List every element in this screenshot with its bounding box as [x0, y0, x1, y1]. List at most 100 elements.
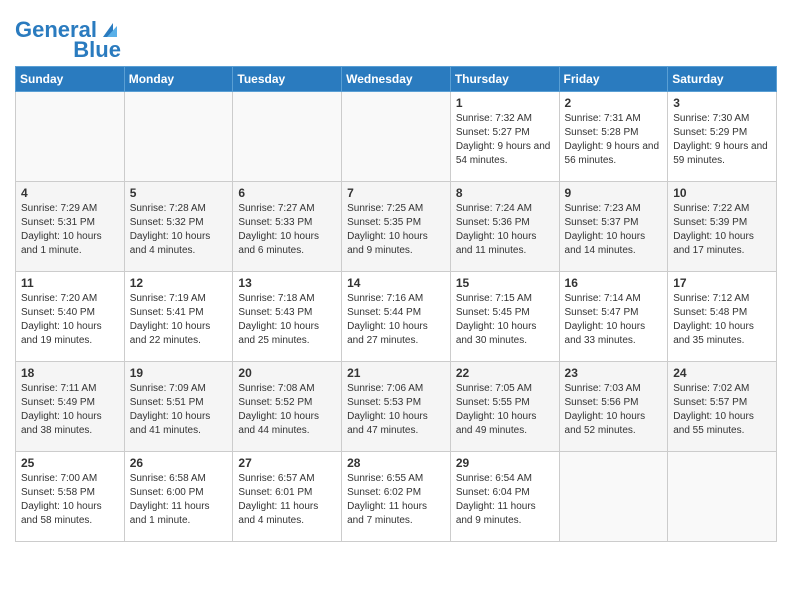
day-number: 14 [347, 276, 445, 290]
day-number: 15 [456, 276, 554, 290]
calendar-cell: 7 Sunrise: 7:25 AM Sunset: 5:35 PM Daylig… [342, 182, 451, 272]
calendar-header: SundayMondayTuesdayWednesdayThursdayFrid… [16, 67, 777, 92]
day-info: Sunrise: 7:00 AM Sunset: 5:58 PM Dayligh… [21, 472, 119, 528]
calendar-cell [342, 92, 451, 182]
day-number: 6 [238, 186, 336, 200]
day-number: 8 [456, 186, 554, 200]
day-number: 22 [456, 366, 554, 380]
day-number: 18 [21, 366, 119, 380]
day-info: Sunrise: 7:31 AM Sunset: 5:28 PM Dayligh… [565, 112, 663, 168]
calendar-cell: 4 Sunrise: 7:29 AM Sunset: 5:31 PM Daylig… [16, 182, 125, 272]
day-info: Sunrise: 7:03 AM Sunset: 5:56 PM Dayligh… [565, 382, 663, 438]
calendar-week-2: 4 Sunrise: 7:29 AM Sunset: 5:31 PM Daylig… [16, 182, 777, 272]
day-info: Sunrise: 6:54 AM Sunset: 6:04 PM Dayligh… [456, 472, 554, 528]
calendar-week-4: 18 Sunrise: 7:11 AM Sunset: 5:49 PM Dayli… [16, 362, 777, 452]
header-cell-saturday: Saturday [668, 67, 777, 92]
day-number: 11 [21, 276, 119, 290]
calendar-body: 1 Sunrise: 7:32 AM Sunset: 5:27 PM Daylig… [16, 92, 777, 542]
day-info: Sunrise: 7:08 AM Sunset: 5:52 PM Dayligh… [238, 382, 336, 438]
day-info: Sunrise: 6:57 AM Sunset: 6:01 PM Dayligh… [238, 472, 336, 528]
day-number: 9 [565, 186, 663, 200]
calendar-week-3: 11 Sunrise: 7:20 AM Sunset: 5:40 PM Dayli… [16, 272, 777, 362]
calendar-cell: 9Sunrise: 7:23 AM Sunset: 5:37 PM Daylig… [559, 182, 668, 272]
day-number: 19 [130, 366, 228, 380]
calendar-cell: 5 Sunrise: 7:28 AM Sunset: 5:32 PM Daylig… [124, 182, 233, 272]
day-info: Sunrise: 7:30 AM Sunset: 5:29 PM Dayligh… [673, 112, 771, 168]
calendar-cell: 8 Sunrise: 7:24 AM Sunset: 5:36 PM Daylig… [450, 182, 559, 272]
calendar-cell: 22 Sunrise: 7:05 AM Sunset: 5:55 PM Dayli… [450, 362, 559, 452]
day-info: Sunrise: 7:19 AM Sunset: 5:41 PM Dayligh… [130, 292, 228, 348]
calendar-cell: 13Sunrise: 7:18 AM Sunset: 5:43 PM Dayli… [233, 272, 342, 362]
calendar-cell: 20 Sunrise: 7:08 AM Sunset: 5:52 PM Dayli… [233, 362, 342, 452]
day-info: Sunrise: 7:06 AM Sunset: 5:53 PM Dayligh… [347, 382, 445, 438]
calendar-cell [668, 452, 777, 542]
day-info: Sunrise: 7:14 AM Sunset: 5:47 PM Dayligh… [565, 292, 663, 348]
day-number: 13 [238, 276, 336, 290]
day-info: Sunrise: 7:11 AM Sunset: 5:49 PM Dayligh… [21, 382, 119, 438]
calendar-cell: 3 Sunrise: 7:30 AM Sunset: 5:29 PM Daylig… [668, 92, 777, 182]
calendar-cell: 28 Sunrise: 6:55 AM Sunset: 6:02 PM Dayli… [342, 452, 451, 542]
day-number: 12 [130, 276, 228, 290]
day-number: 25 [21, 456, 119, 470]
header: General Blue [15, 10, 777, 62]
day-number: 17 [673, 276, 771, 290]
calendar-cell: 27 Sunrise: 6:57 AM Sunset: 6:01 PM Dayli… [233, 452, 342, 542]
calendar-cell: 1 Sunrise: 7:32 AM Sunset: 5:27 PM Daylig… [450, 92, 559, 182]
calendar-cell: 17 Sunrise: 7:12 AM Sunset: 5:48 PM Dayli… [668, 272, 777, 362]
calendar-cell: 29Sunrise: 6:54 AM Sunset: 6:04 PM Dayli… [450, 452, 559, 542]
header-cell-monday: Monday [124, 67, 233, 92]
day-number: 10 [673, 186, 771, 200]
day-number: 3 [673, 96, 771, 110]
day-number: 5 [130, 186, 228, 200]
day-info: Sunrise: 7:09 AM Sunset: 5:51 PM Dayligh… [130, 382, 228, 438]
header-cell-wednesday: Wednesday [342, 67, 451, 92]
calendar-cell: 6 Sunrise: 7:27 AM Sunset: 5:33 PM Daylig… [233, 182, 342, 272]
calendar-week-5: 25 Sunrise: 7:00 AM Sunset: 5:58 PM Dayli… [16, 452, 777, 542]
day-number: 7 [347, 186, 445, 200]
day-number: 21 [347, 366, 445, 380]
calendar-cell: 14 Sunrise: 7:16 AM Sunset: 5:44 PM Dayli… [342, 272, 451, 362]
calendar-cell [233, 92, 342, 182]
day-info: Sunrise: 7:29 AM Sunset: 5:31 PM Dayligh… [21, 202, 119, 258]
day-number: 4 [21, 186, 119, 200]
day-info: Sunrise: 7:02 AM Sunset: 5:57 PM Dayligh… [673, 382, 771, 438]
calendar-table: SundayMondayTuesdayWednesdayThursdayFrid… [15, 66, 777, 542]
header-cell-thursday: Thursday [450, 67, 559, 92]
header-cell-sunday: Sunday [16, 67, 125, 92]
day-number: 20 [238, 366, 336, 380]
day-number: 2 [565, 96, 663, 110]
day-info: Sunrise: 7:16 AM Sunset: 5:44 PM Dayligh… [347, 292, 445, 348]
calendar-cell: 23 Sunrise: 7:03 AM Sunset: 5:56 PM Dayli… [559, 362, 668, 452]
calendar-cell: 16Sunrise: 7:14 AM Sunset: 5:47 PM Dayli… [559, 272, 668, 362]
calendar-cell: 10Sunrise: 7:22 AM Sunset: 5:39 PM Dayli… [668, 182, 777, 272]
day-info: Sunrise: 6:55 AM Sunset: 6:02 PM Dayligh… [347, 472, 445, 528]
header-cell-friday: Friday [559, 67, 668, 92]
calendar-cell: 15 Sunrise: 7:15 AM Sunset: 5:45 PM Dayli… [450, 272, 559, 362]
calendar-cell [16, 92, 125, 182]
day-number: 27 [238, 456, 336, 470]
day-info: Sunrise: 7:24 AM Sunset: 5:36 PM Dayligh… [456, 202, 554, 258]
day-info: Sunrise: 7:28 AM Sunset: 5:32 PM Dayligh… [130, 202, 228, 258]
calendar-cell: 12 Sunrise: 7:19 AM Sunset: 5:41 PM Dayli… [124, 272, 233, 362]
calendar-cell: 26Sunrise: 6:58 AM Sunset: 6:00 PM Dayli… [124, 452, 233, 542]
day-info: Sunrise: 6:58 AM Sunset: 6:00 PM Dayligh… [130, 472, 228, 528]
day-info: Sunrise: 7:20 AM Sunset: 5:40 PM Dayligh… [21, 292, 119, 348]
logo-text-blue: Blue [73, 38, 121, 62]
day-info: Sunrise: 7:12 AM Sunset: 5:48 PM Dayligh… [673, 292, 771, 348]
day-info: Sunrise: 7:25 AM Sunset: 5:35 PM Dayligh… [347, 202, 445, 258]
day-info: Sunrise: 7:32 AM Sunset: 5:27 PM Dayligh… [456, 112, 554, 168]
header-cell-tuesday: Tuesday [233, 67, 342, 92]
logo: General Blue [15, 18, 121, 62]
calendar-cell: 18 Sunrise: 7:11 AM Sunset: 5:49 PM Dayli… [16, 362, 125, 452]
day-number: 23 [565, 366, 663, 380]
calendar-cell: 19 Sunrise: 7:09 AM Sunset: 5:51 PM Dayli… [124, 362, 233, 452]
day-number: 1 [456, 96, 554, 110]
calendar-week-1: 1 Sunrise: 7:32 AM Sunset: 5:27 PM Daylig… [16, 92, 777, 182]
calendar-cell [124, 92, 233, 182]
day-info: Sunrise: 7:05 AM Sunset: 5:55 PM Dayligh… [456, 382, 554, 438]
day-info: Sunrise: 7:15 AM Sunset: 5:45 PM Dayligh… [456, 292, 554, 348]
day-number: 24 [673, 366, 771, 380]
day-info: Sunrise: 7:27 AM Sunset: 5:33 PM Dayligh… [238, 202, 336, 258]
day-number: 28 [347, 456, 445, 470]
logo-icon [99, 17, 121, 39]
